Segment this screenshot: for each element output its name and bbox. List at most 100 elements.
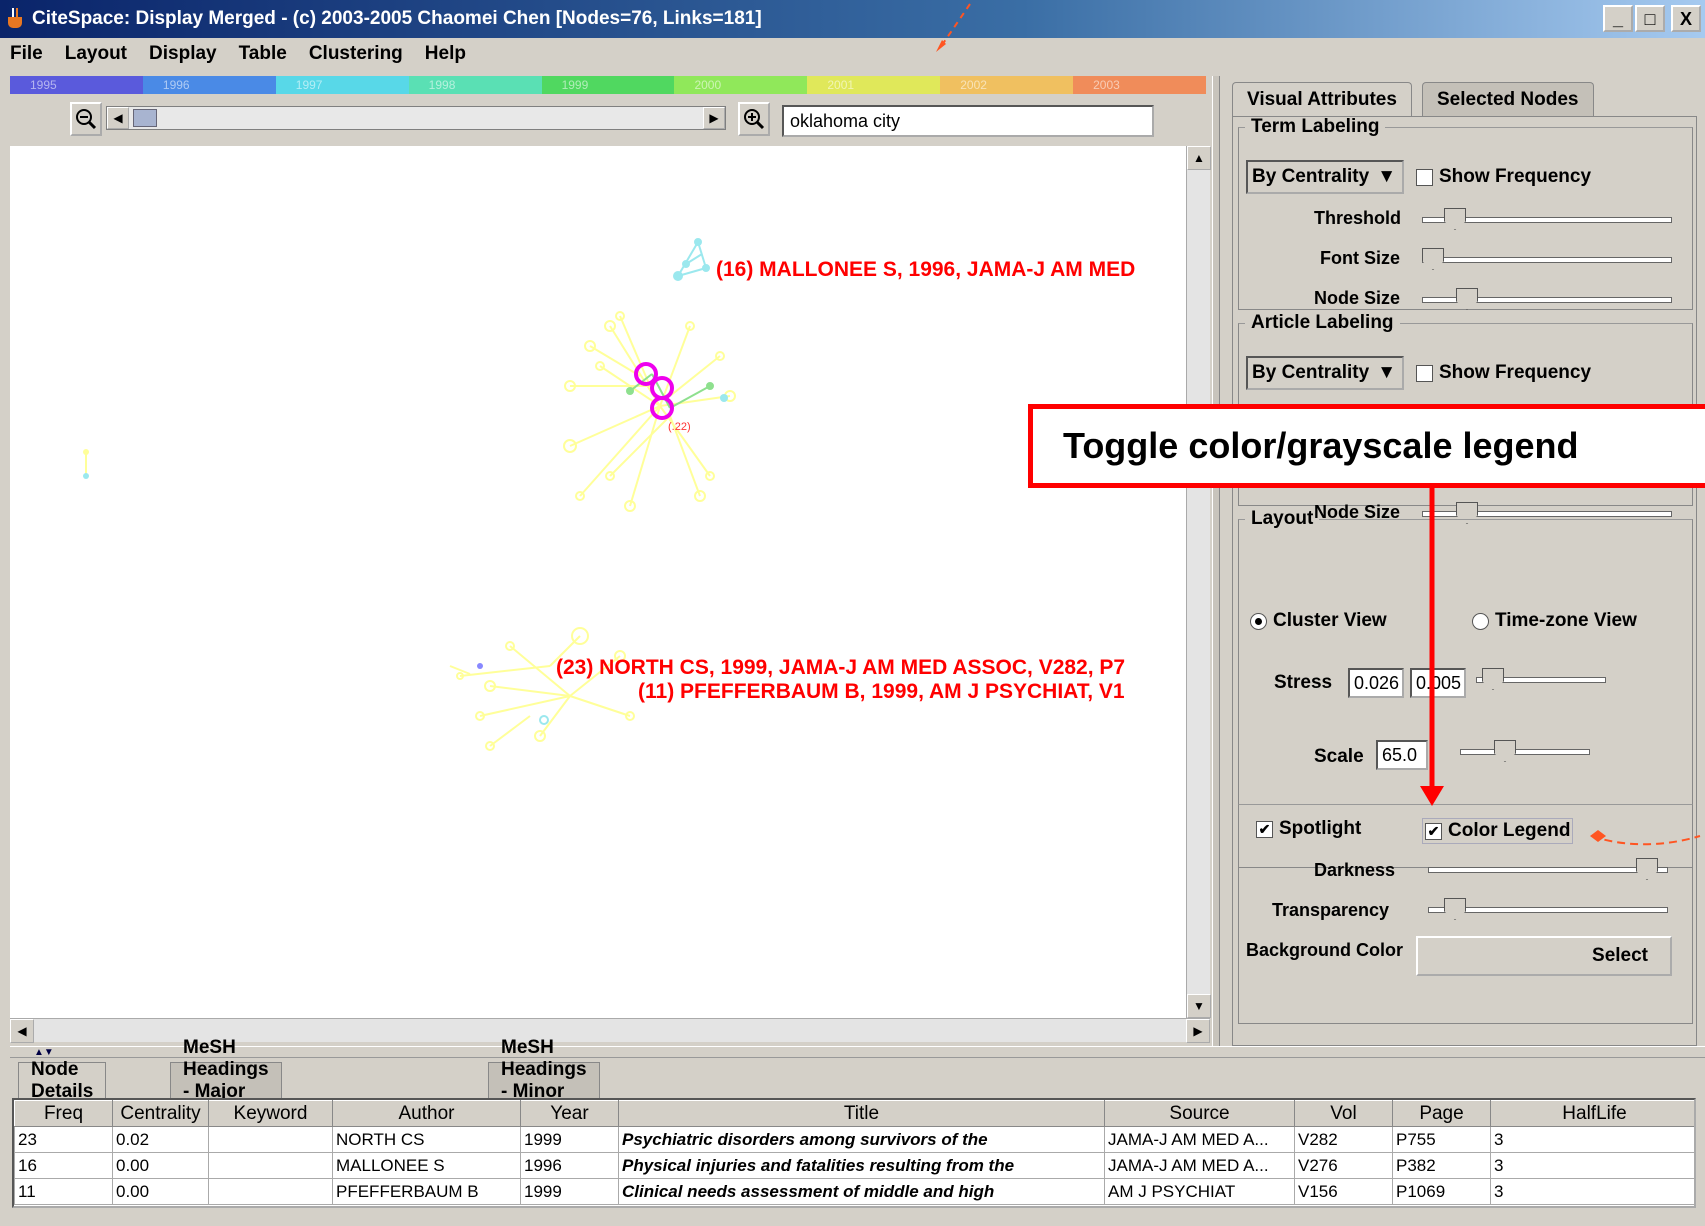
article-show-frequency-checkbox[interactable]: Show Frequency — [1416, 362, 1591, 384]
table-row[interactable]: 16 0.00 MALLONEE S 1996 Physical injuries an… — [14, 1152, 1694, 1179]
zoom-slider-thumb[interactable] — [133, 109, 157, 127]
column-header[interactable]: Author — [332, 1100, 521, 1127]
darkness-slider[interactable] — [1428, 858, 1668, 880]
menu-file[interactable]: File — [10, 43, 43, 65]
column-header[interactable]: Page — [1392, 1100, 1491, 1127]
select-background-button[interactable]: Select — [1416, 936, 1672, 976]
spotlight-label: Spotlight — [1279, 818, 1362, 839]
cluster-main — [563, 311, 736, 512]
node-details-table[interactable]: Freq Centrality Keyword Author Year Title Sour… — [12, 1098, 1696, 1208]
column-header[interactable]: Centrality — [112, 1100, 209, 1127]
tab-selected-nodes[interactable]: Selected Nodes — [1422, 82, 1594, 116]
scroll-right-icon[interactable]: ▶ — [703, 107, 725, 129]
menu-layout[interactable]: Layout — [65, 43, 127, 65]
article-labeling-combo[interactable]: By Centrality ▼ — [1246, 356, 1404, 390]
table-cell: Clinical needs assessment of middle and … — [618, 1178, 1105, 1205]
radio-button[interactable] — [1250, 612, 1267, 630]
control-panel: Visual Attributes Selected Nodes Term La… — [1220, 76, 1705, 1046]
menu-help[interactable]: Help — [425, 43, 466, 65]
table-cell: 1999 — [520, 1178, 619, 1205]
column-header[interactable]: Keyword — [208, 1100, 333, 1127]
radio-button[interactable] — [1472, 612, 1489, 630]
cluster-lower — [449, 627, 635, 751]
network-canvas[interactable]: (.22) (16) MALLONEE S, 1996, JAMA-J AM M… — [10, 146, 1186, 1018]
menu-table[interactable]: Table — [239, 43, 287, 65]
table-cell: 0.00 — [112, 1152, 209, 1179]
scroll-right-icon[interactable]: ▶ — [1186, 1019, 1210, 1043]
check-icon[interactable]: ✔ — [1425, 822, 1442, 840]
cluster-small — [673, 238, 710, 281]
menu-clustering[interactable]: Clustering — [309, 43, 403, 65]
term-node-size-slider[interactable] — [1422, 288, 1672, 310]
checkbox-box[interactable] — [1416, 364, 1433, 382]
menu-display[interactable]: Display — [149, 43, 217, 65]
tab-node-details[interactable]: Node Details — [18, 1059, 107, 1102]
column-header[interactable]: Vol — [1294, 1100, 1393, 1127]
table-cell: P382 — [1392, 1152, 1491, 1179]
maximize-button[interactable]: □ — [1635, 5, 1665, 32]
table-row-empty — [15, 1205, 1695, 1207]
check-icon[interactable]: ✔ — [1256, 820, 1273, 838]
node-centrality-label: (.22) — [668, 421, 691, 433]
column-header[interactable]: Freq — [14, 1100, 113, 1127]
scale-field[interactable]: 65.0 — [1376, 740, 1428, 770]
term-show-frequency-checkbox[interactable]: Show Frequency — [1416, 166, 1591, 188]
table-cell: 3 — [1490, 1126, 1694, 1153]
chevron-down-icon: ▼ — [1377, 362, 1397, 383]
table-cell: P755 — [1392, 1126, 1491, 1153]
transparency-slider[interactable] — [1428, 898, 1668, 920]
zoom-out-button[interactable] — [70, 102, 102, 136]
scroll-left-icon[interactable]: ◀ — [107, 107, 129, 129]
year-segment: 2002 — [940, 76, 1074, 94]
cluster-view-label: Cluster View — [1273, 610, 1387, 631]
scroll-down-icon[interactable]: ▼ — [1187, 994, 1211, 1018]
checkbox-box[interactable] — [1416, 168, 1433, 186]
scale-slider[interactable] — [1460, 740, 1590, 762]
column-header[interactable]: Source — [1104, 1100, 1295, 1127]
article-show-frequency-label: Show Frequency — [1439, 362, 1592, 383]
threshold-slider[interactable] — [1422, 208, 1672, 230]
tab-visual-attributes[interactable]: Visual Attributes — [1232, 82, 1412, 116]
split-pane-divider[interactable] — [1212, 76, 1220, 1046]
search-input[interactable] — [782, 105, 1154, 137]
threshold-label: Threshold — [1314, 208, 1402, 228]
year-segment: 1997 — [275, 76, 409, 94]
close-button[interactable]: X — [1671, 5, 1701, 32]
stress-field-1[interactable]: 0.026 — [1348, 668, 1404, 698]
term-show-frequency-label: Show Frequency — [1439, 166, 1592, 187]
term-labeling-combo[interactable]: By Centrality ▼ — [1246, 160, 1404, 194]
table-row[interactable]: 11 0.00 PFEFFERBAUM B 1999 Clinical needs as… — [14, 1178, 1694, 1205]
timezone-view-label: Time-zone View — [1495, 610, 1637, 631]
term-node-size-label: Node Size — [1314, 288, 1401, 308]
color-legend-checkbox[interactable]: ✔ Color Legend — [1422, 818, 1574, 844]
table-row[interactable]: 23 0.02 NORTH CS 1999 Psychiatric disorders … — [14, 1126, 1694, 1153]
stress-slider[interactable] — [1476, 668, 1606, 690]
column-header[interactable]: Title — [618, 1100, 1105, 1127]
window-controls: _ □ X — [1603, 5, 1701, 32]
font-size-slider[interactable] — [1422, 248, 1672, 270]
stress-field-2[interactable]: 0.005 — [1410, 668, 1466, 698]
node-label-north: (23) NORTH CS, 1999, JAMA-J AM MED ASSOC… — [556, 656, 1126, 679]
scroll-left-icon[interactable]: ◀ — [10, 1019, 34, 1043]
year-segment: 1995 — [10, 76, 143, 94]
collapse-arrows-icon[interactable]: ▲▼ — [34, 1047, 54, 1058]
tab-mesh-major[interactable]: MeSH Headings - Major Topics — [170, 1037, 282, 1124]
vertical-scrollbar[interactable]: ▲ ▼ — [1186, 146, 1211, 1018]
spotlight-checkbox[interactable]: ✔ Spotlight — [1256, 818, 1361, 840]
minimize-button[interactable]: _ — [1603, 5, 1633, 32]
zoom-slider[interactable]: ◀ ▶ — [106, 106, 726, 130]
tab-mesh-minor[interactable]: MeSH Headings - Minor Topics — [488, 1037, 600, 1124]
layout-title: Layout — [1251, 508, 1314, 529]
zoom-in-icon — [744, 109, 765, 130]
timezone-view-radio[interactable]: Time-zone View — [1472, 610, 1637, 632]
table-cell: JAMA-J AM MED A... — [1104, 1126, 1295, 1153]
cluster-view-radio[interactable]: Cluster View — [1250, 610, 1387, 632]
table-cell: Psychiatric disorders among survivors of… — [618, 1126, 1105, 1153]
column-header[interactable]: Year — [520, 1100, 619, 1127]
table-cell: NORTH CS — [332, 1126, 521, 1153]
year-segment: 2001 — [807, 76, 941, 94]
zoom-in-button[interactable] — [738, 102, 770, 136]
scroll-up-icon[interactable]: ▲ — [1187, 146, 1211, 170]
table-cell: AM J PSYCHIAT — [1104, 1178, 1295, 1205]
column-header[interactable]: HalfLife — [1490, 1100, 1694, 1127]
